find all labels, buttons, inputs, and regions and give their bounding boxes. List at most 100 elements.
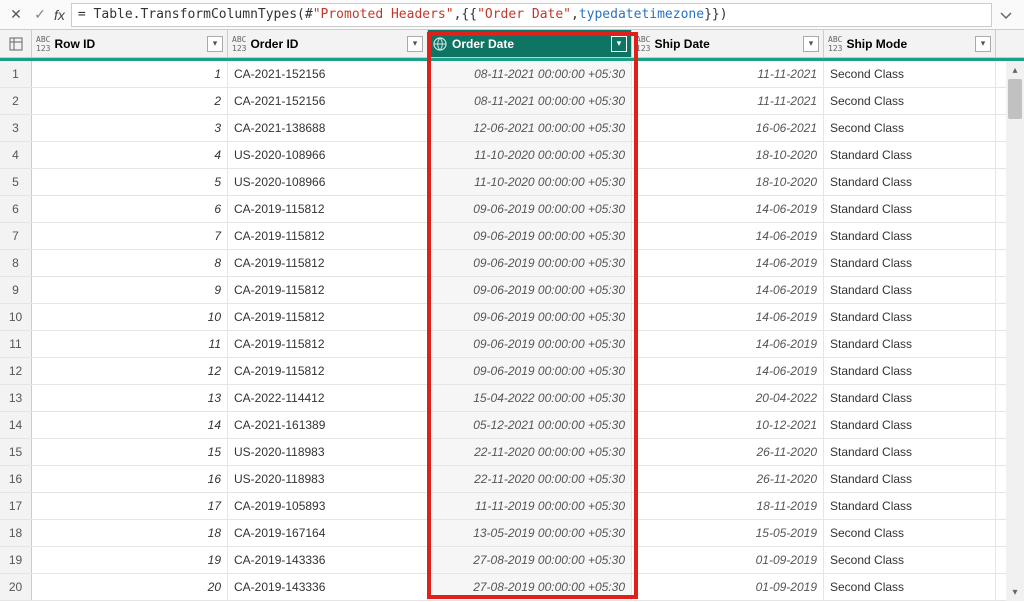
cell-order-date[interactable]: 09-06-2019 00:00:00 +05:30	[428, 223, 632, 249]
filter-dropdown-icon[interactable]: ▾	[207, 36, 223, 52]
cell-order-date[interactable]: 09-06-2019 00:00:00 +05:30	[428, 277, 632, 303]
table-row[interactable]: 1616US-2020-11898322-11-2020 00:00:00 +0…	[0, 466, 1024, 493]
table-row[interactable]: 1313CA-2022-11441215-04-2022 00:00:00 +0…	[0, 385, 1024, 412]
cell-ship-mode[interactable]: Standard Class	[824, 196, 996, 222]
cell-ship-date[interactable]: 15-05-2019	[632, 520, 824, 546]
cell-ship-mode[interactable]: Standard Class	[824, 277, 996, 303]
cell-ship-mode[interactable]: Standard Class	[824, 142, 996, 168]
table-row[interactable]: 1010CA-2019-11581209-06-2019 00:00:00 +0…	[0, 304, 1024, 331]
filter-dropdown-icon[interactable]: ▾	[611, 36, 627, 52]
cell-ship-mode[interactable]: Second Class	[824, 61, 996, 87]
table-row[interactable]: 1717CA-2019-10589311-11-2019 00:00:00 +0…	[0, 493, 1024, 520]
table-row[interactable]: 22CA-2021-15215608-11-2021 00:00:00 +05:…	[0, 88, 1024, 115]
cell-row-id[interactable]: 15	[32, 439, 228, 465]
cell-row-id[interactable]: 7	[32, 223, 228, 249]
scroll-up-button[interactable]: ▴	[1006, 61, 1024, 79]
cell-row-id[interactable]: 10	[32, 304, 228, 330]
cell-ship-mode[interactable]: Second Class	[824, 115, 996, 141]
column-header-row-id[interactable]: ABC 123 Row ID ▾	[32, 30, 228, 57]
cell-ship-date[interactable]: 18-10-2020	[632, 142, 824, 168]
table-row[interactable]: 33CA-2021-13868812-06-2021 00:00:00 +05:…	[0, 115, 1024, 142]
cell-order-date[interactable]: 08-11-2021 00:00:00 +05:30	[428, 61, 632, 87]
table-row[interactable]: 1515US-2020-11898322-11-2020 00:00:00 +0…	[0, 439, 1024, 466]
cell-ship-mode[interactable]: Standard Class	[824, 304, 996, 330]
cell-order-id[interactable]: CA-2019-115812	[228, 358, 428, 384]
cell-ship-mode[interactable]: Standard Class	[824, 466, 996, 492]
cell-ship-mode[interactable]: Second Class	[824, 547, 996, 573]
cell-row-id[interactable]: 11	[32, 331, 228, 357]
cell-order-date[interactable]: 22-11-2020 00:00:00 +05:30	[428, 466, 632, 492]
table-row[interactable]: 77CA-2019-11581209-06-2019 00:00:00 +05:…	[0, 223, 1024, 250]
cell-order-date[interactable]: 27-08-2019 00:00:00 +05:30	[428, 547, 632, 573]
cell-ship-mode[interactable]: Standard Class	[824, 385, 996, 411]
cell-row-id[interactable]: 16	[32, 466, 228, 492]
cell-ship-date[interactable]: 01-09-2019	[632, 574, 824, 600]
cell-order-date[interactable]: 11-10-2020 00:00:00 +05:30	[428, 169, 632, 195]
cell-ship-date[interactable]: 10-12-2021	[632, 412, 824, 438]
cell-row-id[interactable]: 5	[32, 169, 228, 195]
cell-order-id[interactable]: CA-2022-114412	[228, 385, 428, 411]
cell-order-id[interactable]: CA-2019-115812	[228, 196, 428, 222]
column-header-ship-mode[interactable]: ABC 123 Ship Mode ▾	[824, 30, 996, 57]
cell-order-id[interactable]: CA-2019-115812	[228, 304, 428, 330]
cell-order-date[interactable]: 12-06-2021 00:00:00 +05:30	[428, 115, 632, 141]
cell-row-id[interactable]: 12	[32, 358, 228, 384]
cell-order-id[interactable]: CA-2021-138688	[228, 115, 428, 141]
filter-dropdown-icon[interactable]: ▾	[407, 36, 423, 52]
cell-order-id[interactable]: US-2020-118983	[228, 466, 428, 492]
cell-order-date[interactable]: 09-06-2019 00:00:00 +05:30	[428, 331, 632, 357]
filter-dropdown-icon[interactable]: ▾	[975, 36, 991, 52]
table-row[interactable]: 1919CA-2019-14333627-08-2019 00:00:00 +0…	[0, 547, 1024, 574]
cell-ship-date[interactable]: 11-11-2021	[632, 88, 824, 114]
cell-ship-date[interactable]: 18-10-2020	[632, 169, 824, 195]
filter-dropdown-icon[interactable]: ▾	[803, 36, 819, 52]
cell-order-date[interactable]: 11-11-2019 00:00:00 +05:30	[428, 493, 632, 519]
cell-ship-date[interactable]: 01-09-2019	[632, 547, 824, 573]
cell-order-id[interactable]: CA-2019-143336	[228, 547, 428, 573]
cell-ship-mode[interactable]: Second Class	[824, 574, 996, 600]
cell-ship-date[interactable]: 14-06-2019	[632, 250, 824, 276]
cell-order-date[interactable]: 09-06-2019 00:00:00 +05:30	[428, 250, 632, 276]
expand-formula-button[interactable]	[992, 3, 1020, 27]
table-row[interactable]: 1111CA-2019-11581209-06-2019 00:00:00 +0…	[0, 331, 1024, 358]
cell-ship-date[interactable]: 18-11-2019	[632, 493, 824, 519]
cell-ship-mode[interactable]: Second Class	[824, 520, 996, 546]
cell-ship-mode[interactable]: Standard Class	[824, 358, 996, 384]
cell-order-id[interactable]: CA-2019-115812	[228, 223, 428, 249]
cell-row-id[interactable]: 13	[32, 385, 228, 411]
table-icon[interactable]	[0, 30, 32, 57]
cell-order-date[interactable]: 11-10-2020 00:00:00 +05:30	[428, 142, 632, 168]
cell-ship-date[interactable]: 20-04-2022	[632, 385, 824, 411]
cell-order-id[interactable]: US-2020-118983	[228, 439, 428, 465]
cell-row-id[interactable]: 6	[32, 196, 228, 222]
cell-row-id[interactable]: 20	[32, 574, 228, 600]
cell-ship-date[interactable]: 14-06-2019	[632, 277, 824, 303]
column-header-order-id[interactable]: ABC 123 Order ID ▾	[228, 30, 428, 57]
cell-row-id[interactable]: 9	[32, 277, 228, 303]
cell-order-date[interactable]: 09-06-2019 00:00:00 +05:30	[428, 358, 632, 384]
cell-order-id[interactable]: CA-2021-161389	[228, 412, 428, 438]
table-row[interactable]: 66CA-2019-11581209-06-2019 00:00:00 +05:…	[0, 196, 1024, 223]
cell-order-id[interactable]: US-2020-108966	[228, 142, 428, 168]
cell-order-date[interactable]: 15-04-2022 00:00:00 +05:30	[428, 385, 632, 411]
cell-order-id[interactable]: CA-2021-152156	[228, 61, 428, 87]
table-row[interactable]: 1818CA-2019-16716413-05-2019 00:00:00 +0…	[0, 520, 1024, 547]
table-row[interactable]: 99CA-2019-11581209-06-2019 00:00:00 +05:…	[0, 277, 1024, 304]
cell-order-id[interactable]: CA-2019-143336	[228, 574, 428, 600]
cell-ship-mode[interactable]: Standard Class	[824, 412, 996, 438]
cell-order-id[interactable]: CA-2019-115812	[228, 277, 428, 303]
formula-input[interactable]: = Table.TransformColumnTypes(# "Promoted…	[71, 3, 992, 27]
cell-ship-mode[interactable]: Standard Class	[824, 223, 996, 249]
scroll-thumb[interactable]	[1008, 79, 1022, 119]
column-header-ship-date[interactable]: ABC 123 Ship Date ▾	[632, 30, 824, 57]
table-row[interactable]: 44US-2020-10896611-10-2020 00:00:00 +05:…	[0, 142, 1024, 169]
cell-ship-date[interactable]: 14-06-2019	[632, 304, 824, 330]
cell-ship-date[interactable]: 14-06-2019	[632, 358, 824, 384]
cell-order-date[interactable]: 27-08-2019 00:00:00 +05:30	[428, 574, 632, 600]
table-row[interactable]: 88CA-2019-11581209-06-2019 00:00:00 +05:…	[0, 250, 1024, 277]
table-row[interactable]: 55US-2020-10896611-10-2020 00:00:00 +05:…	[0, 169, 1024, 196]
cell-ship-mode[interactable]: Standard Class	[824, 493, 996, 519]
cell-row-id[interactable]: 14	[32, 412, 228, 438]
cell-ship-mode[interactable]: Standard Class	[824, 250, 996, 276]
table-row[interactable]: 11CA-2021-15215608-11-2021 00:00:00 +05:…	[0, 61, 1024, 88]
